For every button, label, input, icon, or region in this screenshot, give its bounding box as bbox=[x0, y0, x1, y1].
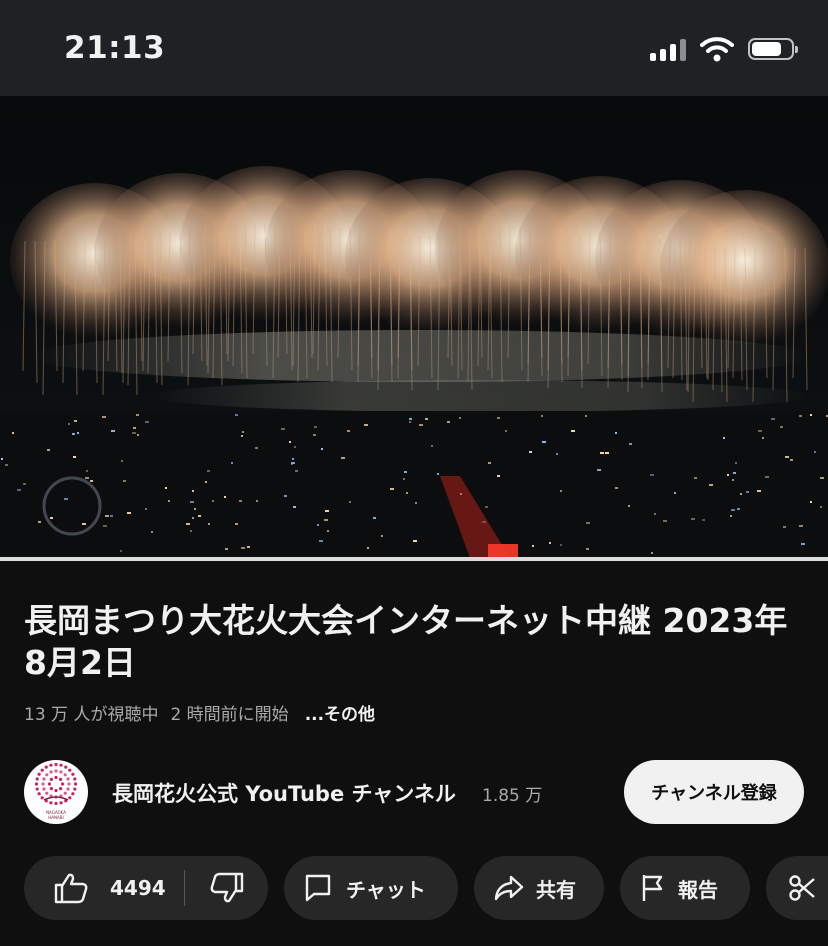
flag-icon bbox=[642, 875, 663, 901]
video-frame-fireworks bbox=[0, 96, 828, 558]
status-bar: 21:13 bbox=[0, 0, 828, 96]
report-label: 報告 bbox=[678, 877, 718, 902]
share-label: 共有 bbox=[536, 877, 576, 902]
stream-start-time: 2 時間前に開始 bbox=[170, 705, 289, 725]
report-button[interactable]: 報告 bbox=[620, 856, 750, 920]
share-icon bbox=[494, 875, 524, 901]
chat-label: チャット bbox=[346, 877, 426, 902]
video-title: 長岡まつり大花火大会インターネット中継 2023年 8月2日 bbox=[24, 601, 788, 682]
share-button[interactable]: 共有 bbox=[474, 856, 604, 920]
nagaoka-hanabi-logo: NAGAOKA HANABI bbox=[34, 762, 78, 820]
video-progress-fill bbox=[0, 557, 828, 561]
wifi-icon bbox=[700, 37, 734, 62]
channel-avatar[interactable]: NAGAOKA HANABI bbox=[24, 760, 88, 824]
cellular-signal-icon bbox=[650, 37, 686, 61]
thumbs-up-icon bbox=[54, 873, 88, 904]
like-dislike-group: 4494 bbox=[24, 856, 268, 920]
subscriber-count: 1.85 万 bbox=[482, 786, 543, 806]
clip-button[interactable] bbox=[766, 856, 828, 920]
svg-text:HANABI: HANABI bbox=[48, 815, 63, 820]
channel-name[interactable]: 長岡花火公式 YouTube チャンネル bbox=[112, 778, 456, 808]
viewer-count: 13 万 人が視聴中 bbox=[24, 705, 159, 725]
chat-icon bbox=[305, 874, 331, 902]
chat-button[interactable]: チャット bbox=[284, 856, 458, 920]
like-count: 4494 bbox=[110, 876, 166, 900]
status-icons bbox=[650, 36, 798, 62]
dislike-button[interactable] bbox=[185, 856, 268, 920]
video-progress-bar[interactable] bbox=[0, 557, 828, 561]
action-bar: 4494 チャット 共有 報告 bbox=[24, 856, 828, 920]
like-button[interactable]: 4494 bbox=[24, 856, 184, 920]
battery-icon bbox=[748, 38, 798, 60]
status-time: 21:13 bbox=[64, 30, 166, 66]
video-meta[interactable]: 13 万 人が視聴中 2 時間前に開始 ...その他 bbox=[24, 700, 375, 725]
channel-row: NAGAOKA HANABI 長岡花火公式 YouTube チャンネル 1.85… bbox=[24, 760, 804, 824]
video-player[interactable] bbox=[0, 96, 828, 558]
more-link[interactable]: ...その他 bbox=[305, 700, 375, 725]
thumbs-down-icon bbox=[210, 872, 243, 903]
scissors-icon bbox=[789, 875, 815, 901]
subscribe-button[interactable]: チャンネル登録 bbox=[624, 760, 804, 824]
